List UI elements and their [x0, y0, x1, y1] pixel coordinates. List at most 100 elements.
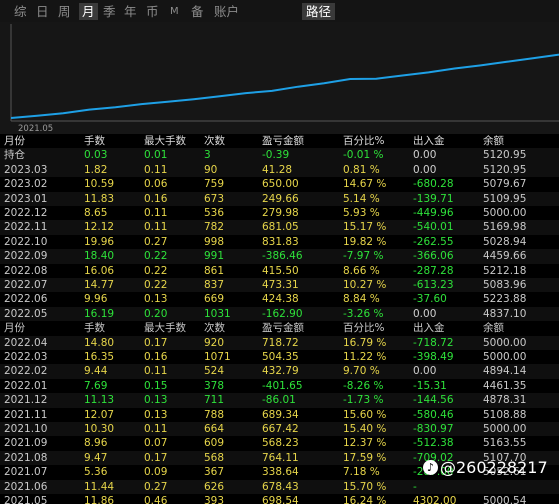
table-cell: 0.11 — [144, 423, 168, 435]
tab-0[interactable]: 综 — [14, 3, 27, 20]
header-cell: 次数 — [204, 322, 225, 335]
tiktok-icon: ♪ — [423, 460, 438, 475]
tab-1[interactable]: 日 — [36, 3, 49, 20]
table-cell: 2021.11 — [4, 408, 48, 421]
header-cell: 月份 — [4, 135, 25, 147]
table-cell: 16.79 % — [343, 336, 387, 349]
tab-10[interactable]: 路径 — [302, 3, 336, 20]
balance-path-chart: 2021.05 — [0, 22, 559, 134]
holding-row: 持仓 0.03 0.01 3 -0.39 -0.01 % 0.00 5120.95 — [0, 148, 559, 163]
table-cell: 998 — [204, 235, 225, 248]
tab-6[interactable]: 币 — [146, 3, 159, 20]
table-row: 2023.03 1.82 0.11 90 41.28 0.81 % 0.00 5120.95 — [0, 162, 559, 178]
table-cell: 782 — [204, 221, 225, 234]
table-cell: -449.96 — [413, 207, 454, 219]
table-cell: 5000.00 — [483, 351, 527, 363]
holding-cell: -0.01 % — [343, 149, 384, 162]
table-cell: 650.00 — [262, 178, 299, 191]
table-cell: -3.26 % — [343, 307, 384, 320]
table-cell: 0.06 — [144, 178, 168, 191]
table-cell: 8.96 — [84, 437, 108, 450]
table-cell: 536 — [204, 207, 225, 219]
table-cell: 5108.88 — [483, 408, 527, 421]
table-row: 2022.11 12.12 0.11 782 681.05 15.17 % -540.01 5… — [0, 220, 559, 235]
table-cell: -580.46 — [413, 408, 454, 421]
table-cell: 0.16 — [144, 351, 168, 363]
table-cell: 8.84 % — [343, 293, 380, 306]
table-cell: 15.17 % — [343, 221, 387, 234]
table-cell: 5079.67 — [483, 178, 527, 191]
tab-3[interactable]: 月 — [79, 3, 98, 20]
table-cell: 0.22 — [144, 264, 168, 277]
tab-5[interactable]: 年 — [124, 3, 137, 20]
table-cell: 15.40 % — [343, 423, 387, 435]
header-cell: 余额 — [483, 135, 504, 147]
header-cell: 出入金 — [413, 135, 445, 147]
table-cell: 861 — [204, 264, 225, 277]
table-row: 2023.02 10.59 0.06 759 650.00 14.67 % -680.28 5… — [0, 177, 559, 191]
table-cell: 0.00 — [413, 163, 437, 176]
table-cell: 4894.14 — [483, 365, 527, 378]
holding-cell: -0.39 — [262, 149, 290, 162]
header-cell: 百分比% — [343, 135, 385, 147]
tab-7[interactable]: M — [170, 3, 179, 20]
table-row: 2021.09 8.96 0.07 609 568.23 12.37 % -512.38 51… — [0, 436, 559, 450]
table-cell: 2021.10 — [4, 423, 48, 435]
table-cell: 41.28 — [262, 163, 293, 176]
balance-line — [10, 53, 559, 119]
table-row: 2022.10 19.96 0.27 998 831.83 19.82 % -262.55 5… — [0, 235, 559, 249]
table-cell: 16.06 — [84, 264, 115, 277]
table-cell: 12.12 — [84, 221, 115, 234]
header-cell: 盈亏金额 — [262, 135, 304, 147]
tab-9[interactable]: 账户 — [214, 3, 239, 20]
table-cell: 678.43 — [262, 480, 299, 493]
table-cell: 2021.07 — [4, 466, 48, 479]
table-cell: 473.31 — [262, 279, 299, 291]
table-cell: 7.69 — [84, 379, 108, 392]
watermark-text: @260228217 — [440, 458, 548, 477]
tab-8[interactable]: 备 — [191, 3, 204, 20]
table-cell: 0.17 — [144, 336, 168, 349]
table-cell: 14.67 % — [343, 178, 387, 191]
header-cell: 百分比% — [343, 322, 385, 335]
table-cell: 14.77 — [84, 279, 115, 291]
table-cell: -386.46 — [262, 250, 303, 263]
table-row: 2022.06 9.96 0.13 669 424.38 8.84 % -37.60 5223… — [0, 292, 559, 306]
table-cell: 718.72 — [262, 336, 299, 349]
table-cell: 2022.04 — [4, 336, 48, 349]
table-row: 2021.06 11.44 0.27 626 678.43 15.70 % - — [0, 479, 559, 494]
table-cell: 5109.95 — [483, 192, 527, 205]
table-cell: 2023.02 — [4, 178, 48, 191]
table-cell: 4302.00 — [413, 495, 457, 504]
table-header: 月份 手数 最大手数 次数 盈亏金额 百分比% 出入金 余额 — [0, 134, 559, 148]
table-cell: 378 — [204, 379, 225, 392]
table-cell: 5.36 — [84, 466, 108, 479]
table-cell: 0.22 — [144, 279, 168, 291]
table-cell: -144.56 — [413, 394, 454, 407]
table-cell: 568 — [204, 451, 225, 464]
balance-line-svg: 2021.05 — [10, 24, 559, 134]
tab-4[interactable]: 季 — [103, 3, 116, 20]
table-cell: 9.70 % — [343, 365, 380, 378]
table-cell: 18.40 — [84, 250, 115, 263]
table-cell: -86.01 — [262, 394, 296, 407]
table-cell: 0.13 — [144, 408, 168, 421]
table-cell: 673 — [204, 192, 225, 205]
table-cell: -139.71 — [413, 192, 454, 205]
table-cell: 4878.31 — [483, 394, 527, 407]
table-cell: 524 — [204, 365, 225, 378]
table-cell: 0.09 — [144, 466, 168, 479]
tab-2[interactable]: 周 — [58, 3, 71, 20]
table-cell: 2022.02 — [4, 365, 48, 378]
table-cell: 689.34 — [262, 408, 299, 421]
table-row: 2023.01 11.83 0.16 673 249.66 5.14 % -139.71 51… — [0, 191, 559, 206]
holding-cell: 0.01 — [144, 149, 168, 162]
table-cell: 90 — [204, 163, 218, 176]
header-cell: 最大手数 — [144, 135, 186, 147]
table-cell: 338.64 — [262, 466, 299, 479]
table-cell: 2022.07 — [4, 279, 48, 291]
table-cell: 10.27 % — [343, 279, 387, 291]
table-cell: 9.47 — [84, 451, 108, 464]
table-row: 2022.09 18.40 0.22 991 -386.46 -7.97 % -366.06… — [0, 249, 559, 264]
table-cell: 5.14 % — [343, 192, 380, 205]
